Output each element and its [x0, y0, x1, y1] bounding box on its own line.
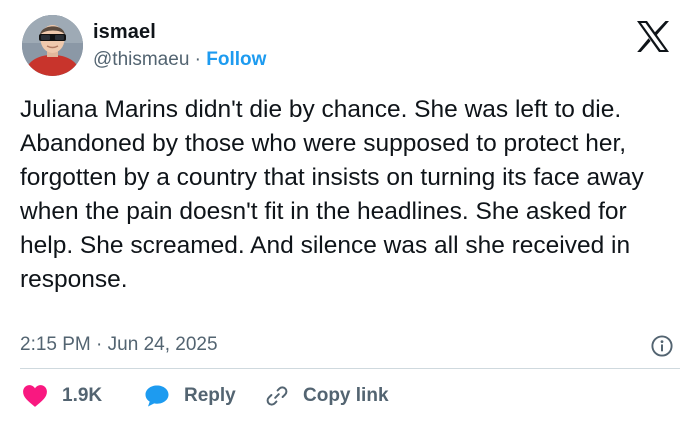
- info-icon[interactable]: [650, 334, 674, 358]
- heart-icon: [23, 385, 47, 407]
- copy-link-label: Copy link: [303, 385, 389, 406]
- avatar-photo: [22, 15, 83, 76]
- copy-link-button[interactable]: Copy link: [265, 383, 389, 409]
- like-button[interactable]: 1.9K: [22, 383, 102, 409]
- avatar[interactable]: [22, 15, 83, 76]
- follow-button[interactable]: Follow: [206, 49, 266, 70]
- like-count: 1.9K: [62, 385, 103, 406]
- link-icon: [266, 386, 288, 406]
- user-handle[interactable]: @thismaeu: [93, 49, 189, 70]
- speech-bubble-icon: [145, 385, 169, 407]
- reply-button[interactable]: Reply: [144, 383, 236, 409]
- handle-row: @thismaeu · Follow: [93, 48, 266, 72]
- tweet-text: Juliana Marins didn't die by chance. She…: [20, 96, 644, 293]
- tweet-date[interactable]: Jun 24, 2025: [108, 334, 218, 355]
- reply-label: Reply: [184, 385, 236, 406]
- divider: [20, 368, 680, 369]
- separator-dot: ·: [96, 334, 103, 355]
- separator-dot: ·: [194, 49, 201, 70]
- x-logo-icon[interactable]: [636, 21, 670, 52]
- tweet-card: ismael @thismaeu · Follow Juliana Marins…: [0, 0, 700, 423]
- tweet-time[interactable]: 2:15 PM: [20, 334, 91, 355]
- timestamp-row: 2:15 PM · Jun 24, 2025: [20, 333, 218, 357]
- display-name[interactable]: ismael: [93, 20, 156, 44]
